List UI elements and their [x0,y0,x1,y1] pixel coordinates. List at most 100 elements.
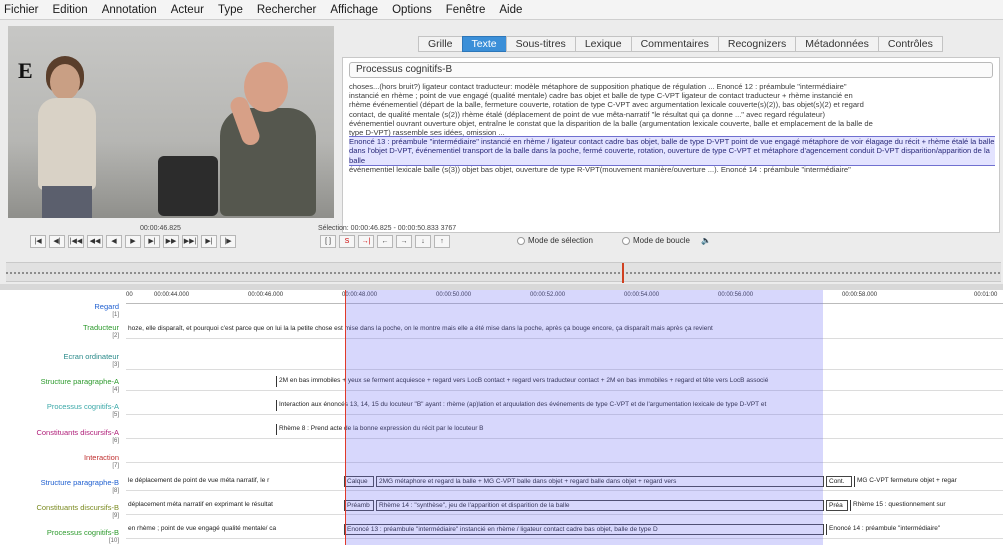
lane-constituants-discursifs-a[interactable]: Rhème 8 : Prend acte de la bonne express… [126,418,1003,439]
tier-label-structure-paragraphe-b[interactable]: Structure paragraphe-B [8] [0,478,122,496]
tier-down-button[interactable]: ↓ [415,235,431,248]
annotation[interactable]: Interaction aux énoncés 13, 14, 15 du lo… [276,400,1003,411]
tick-label: 00:00:54.000 [624,292,660,298]
tier-label-constituants-discursifs-a[interactable]: Constituants discursifs-A [6] [0,428,122,446]
tier-label-regard[interactable]: Regard [1] [0,302,122,320]
tab-recognizers[interactable]: Recognizers [717,36,796,52]
annotation[interactable]: 2MG métaphore et regard la balle + MG C-… [376,476,824,487]
tab-grille[interactable]: Grille [418,36,462,52]
player-controls: |◀ ◀| |◀◀ ◀◀ ◀ ▶ ▶| ▶▶ ▶▶| ▶| |▶ [30,235,236,248]
next-frame-button[interactable]: ▶| [201,235,217,248]
tier-label-processus-cognitifs-a[interactable]: Processus cognitifs-A [5] [0,402,122,420]
overview-crosshair[interactable] [622,263,624,283]
waveform-overview[interactable] [6,262,1001,283]
go-to-end-button[interactable]: |▶ [220,235,236,248]
next-second-button[interactable]: ▶▶| [182,235,198,248]
menu-affichage[interactable]: Affichage [330,4,378,16]
text-line: événementiel ouvrant ouverture objet, en… [349,118,873,128]
person-right-body [220,108,316,216]
tick-label: 00:00:58.000 [842,292,878,298]
loop-mode-radio[interactable] [622,236,630,245]
tier-label-interaction[interactable]: Interaction [7] [0,453,122,471]
crosshair[interactable] [345,290,346,545]
annotation[interactable]: déplacement méta narratif en exprimant l… [126,500,344,511]
annotation-selected[interactable]: Enoncé 13 : préambule "intermédiaire" in… [344,524,824,535]
lane-interaction[interactable] [126,442,1003,463]
annotation[interactable]: Préamb [344,500,374,511]
tier-label-processus-cognitifs-b[interactable]: Processus cognitifs-B [10] [0,528,122,545]
lane-processus-cognitifs-a[interactable]: Interaction aux énoncés 13, 14, 15 du lo… [126,394,1003,415]
menu-fichier[interactable]: Fichier [4,4,39,16]
lane-structure-paragraphe-b[interactable]: le déplacement de point de vue méta narr… [126,470,1003,491]
previous-frame-button[interactable]: ◀| [49,235,65,248]
person-left-head [50,64,80,100]
play-button[interactable]: ▶ [125,235,141,248]
annotation[interactable]: Calque [344,476,374,487]
menu-type[interactable]: Type [218,4,243,16]
lane-structure-paragraphe-a[interactable]: 2M en bas immobiles + yeux se ferment ac… [126,370,1003,391]
menu-edition[interactable]: Edition [53,4,88,16]
time-ruler[interactable]: 00 00:00:44.000 00:00:46.000 00:00:48.00… [126,290,1003,304]
selection-boundary-button[interactable]: →| [358,235,374,248]
tab-texte[interactable]: Texte [461,36,506,52]
annotation[interactable]: 2M en bas immobiles + yeux se ferment ac… [276,376,1003,387]
tab-lexique[interactable]: Lexique [574,36,631,52]
tier-label-ecran-ordinateur[interactable]: Ecran ordinateur [3] [0,352,122,370]
previous-annotation-button[interactable]: ← [377,235,393,248]
text-viewer-panel: Processus cognitifs-B choses...(hors bru… [342,57,1000,233]
annotation[interactable]: Enoncé 14 : préambule "intermédiaire" [826,524,1003,535]
step-forward-button[interactable]: ▶| [144,235,160,248]
waveform [6,272,1001,274]
annotation[interactable]: MG C-VPT fermeture objet + regar [854,476,1003,487]
selection-mode-toggle[interactable]: Mode de sélection [517,236,593,245]
annotation[interactable]: Préa [826,500,848,511]
menu-rechercher[interactable]: Rechercher [257,4,316,16]
annotation[interactable]: hoze, elle disparaît, et pourquoi c'est … [126,324,1003,335]
annotation[interactable]: Rhème 15 : questionnement sur [850,500,1003,511]
selection-mode-radio[interactable] [517,236,525,245]
volume-icon[interactable]: 🔈 [701,236,711,245]
tick-label: 00:00:56.000 [718,292,754,298]
annotation[interactable]: Cont. [826,476,852,487]
tier-label-traducteur[interactable]: Traducteur [2] [0,323,122,341]
step-back-button[interactable]: ◀ [106,235,122,248]
menu-aide[interactable]: Aide [499,4,522,16]
go-to-begin-button[interactable]: |◀ [30,235,46,248]
tier-select[interactable]: Processus cognitifs-B [349,62,993,78]
tier-label-structure-paragraphe-a[interactable]: Structure paragraphe-A [4] [0,377,122,395]
text-line: instancié en rhème ; point de vue engagé… [349,91,853,101]
lane-traducteur[interactable]: hoze, elle disparaît, et pourquoi c'est … [126,318,1003,339]
tab-metadonnees[interactable]: Métadonnées [795,36,878,52]
lane-ecran-ordinateur[interactable] [126,342,1003,370]
menu-bar: Fichier Edition Annotation Acteur Type R… [0,0,1003,20]
loop-mode-toggle[interactable]: Mode de boucle 🔈 [622,236,711,245]
next-pixel-button[interactable]: ▶▶ [163,235,179,248]
next-annotation-button[interactable]: → [396,235,412,248]
previous-second-button[interactable]: |◀◀ [68,235,84,248]
tier-timeline-panel[interactable]: 00 00:00:44.000 00:00:46.000 00:00:48.00… [0,290,1003,545]
lane-constituants-discursifs-b[interactable]: déplacement méta narratif en exprimant l… [126,494,1003,515]
menu-options[interactable]: Options [392,4,432,16]
menu-fenetre[interactable]: Fenêtre [446,4,486,16]
annotation[interactable]: en rhème ; point de vue engagé qualité m… [126,524,344,535]
tab-controles[interactable]: Contrôles [877,36,943,52]
chair [158,156,218,216]
menu-annotation[interactable]: Annotation [102,4,157,16]
clear-selection-button[interactable]: S [339,235,355,248]
tab-commentaires[interactable]: Commentaires [630,36,718,52]
previous-pixel-button[interactable]: ◀◀ [87,235,103,248]
annotation[interactable]: Rhème 8 : Prend acte de la bonne express… [276,424,1003,435]
play-selection-button[interactable]: [ ] [320,235,336,248]
annotation[interactable]: Rhème 14 : "synthèse", jeu de l'appariti… [376,500,824,511]
highlighted-annotation[interactable]: Enoncé 13 : préambule "intermédiaire" in… [349,136,995,166]
annotation[interactable]: le déplacement de point de vue méta narr… [126,476,344,487]
tab-sous-titres[interactable]: Sous-titres [505,36,575,52]
menu-acteur[interactable]: Acteur [171,4,204,16]
tier-up-button[interactable]: ↑ [434,235,450,248]
current-time: 00:00:46.825 [140,225,181,232]
text-body[interactable]: choses...(hors bruit?) ligateur contact … [349,82,995,230]
video-viewer[interactable]: E [8,26,334,218]
lane-processus-cognitifs-b[interactable]: en rhème ; point de vue engagé qualité m… [126,518,1003,539]
annotation-app: Fichier Edition Annotation Acteur Type R… [0,0,1003,545]
tier-label-constituants-discursifs-b[interactable]: Constituants discursifs-B [9] [0,503,122,521]
